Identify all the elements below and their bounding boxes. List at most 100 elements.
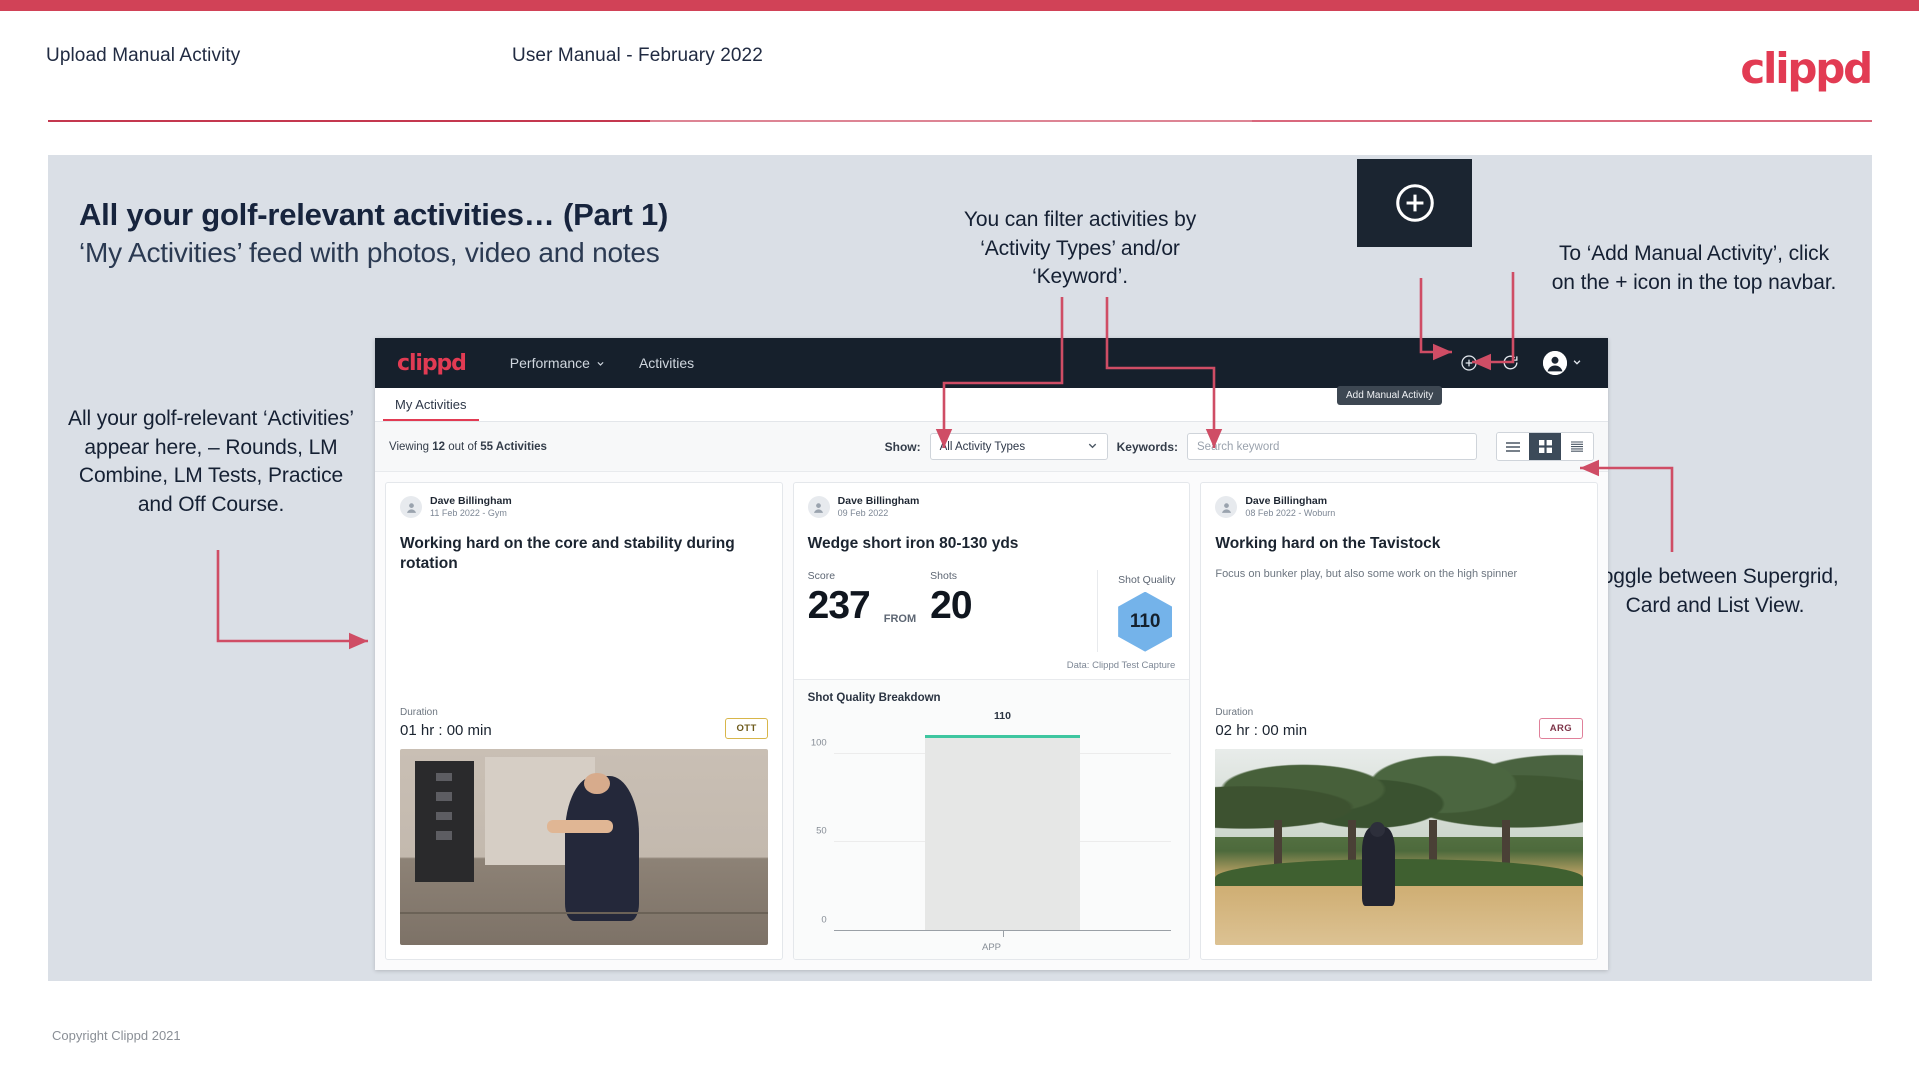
page-subtitle: ‘My Activities’ feed with photos, video …: [79, 237, 660, 268]
callout-filter-activities: You can filter activities by ‘Activity T…: [963, 208, 1197, 289]
card-duration: Duration 01 hr : 00 min: [400, 707, 492, 739]
shots-value: 20: [930, 583, 972, 627]
card-author-block: Dave Billingham 11 Feb 2022 - Gym: [430, 495, 512, 520]
header-divider: [48, 120, 1872, 122]
gym-video-thumbnail[interactable]: [400, 749, 768, 945]
chart-title: Shot Quality Breakdown: [807, 691, 941, 704]
card-view-icon[interactable]: [1561, 433, 1593, 460]
avatar: [400, 496, 422, 519]
duration-label: Duration: [400, 707, 438, 718]
duration-value: 02 hr : 00 min: [1215, 722, 1308, 739]
x-tick-mark: [1002, 931, 1004, 937]
chevron-down-icon: [1087, 440, 1098, 454]
bar-app: [924, 734, 1081, 930]
activity-card[interactable]: Dave Billingham 09 Feb 2022 Wedge short …: [792, 482, 1191, 960]
header-left-title: Upload Manual Activity: [46, 45, 241, 66]
card-author: Dave Billingham: [430, 495, 512, 507]
shot-quality-chart: Shot Quality Breakdown 100 50 0 110 APP: [793, 679, 1190, 959]
bar-data-label: 110: [994, 710, 1011, 722]
supergrid-view-icon[interactable]: [1529, 433, 1561, 460]
card-header: Dave Billingham 11 Feb 2022 - Gym: [386, 483, 782, 520]
nav-item-performance[interactable]: Performance: [510, 355, 605, 371]
callout-activities-feed: All your golf-relevant ‘Activities’ appe…: [68, 407, 354, 516]
ytick-label: 0: [821, 914, 827, 926]
card-duration: Duration 02 hr : 00 min: [1215, 707, 1307, 739]
tab-my-activities[interactable]: My Activities: [383, 397, 479, 421]
card-duration-row: Duration 02 hr : 00 min ARG: [1201, 707, 1597, 749]
card-header: Dave Billingham 09 Feb 2022: [794, 483, 1190, 520]
shot-quality-stat: Shot Quality 110: [1097, 569, 1176, 652]
top-accent-bar: [0, 0, 1919, 11]
status-badge: OTT: [725, 718, 768, 739]
viewing-total: 55 Activities: [480, 440, 547, 453]
card-title: Working hard on the core and stability d…: [400, 534, 735, 572]
golfer-figure: [1362, 827, 1396, 906]
header-center-title: User Manual - February 2022: [512, 45, 763, 66]
chevron-down-icon: [1572, 354, 1582, 372]
viewing-count: 12: [432, 440, 446, 453]
clippd-logo: clippd: [1740, 44, 1873, 93]
shot-quality-label: Shot Quality: [1118, 573, 1176, 586]
viewing-prefix: Viewing: [389, 440, 433, 453]
filter-controls: Show: All Activity Types Keywords: Searc…: [885, 432, 1594, 461]
from-label: FROM: [883, 612, 917, 625]
avatar: [1215, 496, 1238, 519]
avatar: [807, 496, 830, 519]
card-title: Wedge short iron 80-130 yds: [807, 534, 1019, 552]
score-value: 237: [807, 583, 871, 627]
card-meta: 08 Feb 2022 - Woburn: [1245, 508, 1336, 519]
viewing-middle: out of: [445, 440, 481, 453]
shots-stat: Shots 20: [930, 569, 972, 627]
keywords-label: Keywords:: [1116, 439, 1178, 454]
activity-type-value: All Activity Types: [939, 440, 1026, 453]
navbar-actions: [1459, 351, 1594, 375]
x-axis-label: APP: [982, 942, 1002, 953]
card-author-block: Dave Billingham 09 Feb 2022: [838, 495, 920, 520]
list-view-icon[interactable]: [1497, 433, 1529, 460]
card-meta: 11 Feb 2022 - Gym: [430, 508, 507, 519]
app-logo[interactable]: clippd: [397, 351, 467, 376]
ytick-label: 50: [816, 825, 827, 837]
app-navbar: clippd Performance Activities: [375, 338, 1608, 388]
card-title: Working hard on the Tavistock: [1215, 534, 1441, 552]
ytick-label: 100: [810, 737, 827, 749]
filter-bar: Viewing 12 out of 55 Activities Show: Al…: [375, 422, 1608, 472]
account-avatar-icon: [1543, 351, 1567, 375]
search-input[interactable]: Search keyword: [1187, 433, 1477, 460]
search-input-placeholder: Search keyword: [1197, 440, 1280, 453]
floor-line: [400, 911, 768, 914]
golf-course-bunker-photo[interactable]: [1215, 749, 1584, 945]
activity-card[interactable]: Dave Billingham 11 Feb 2022 - Gym Workin…: [385, 482, 783, 960]
card-meta: 09 Feb 2022: [837, 508, 889, 519]
callout-add-manual-activity: To ‘Add Manual Activity’, click on the +…: [1551, 242, 1837, 294]
card-duration-row: Duration 01 hr : 00 min OTT: [386, 707, 782, 749]
activity-card[interactable]: Dave Billingham 08 Feb 2022 - Woburn Wor…: [1200, 482, 1599, 960]
app-screenshot: clippd Performance Activities Add Manual…: [375, 338, 1608, 970]
plus-circle-icon[interactable]: [1459, 353, 1479, 373]
nav-item-activities[interactable]: Activities: [639, 355, 694, 371]
callout-toggle-view: Toggle between Supergrid, Card and List …: [1591, 565, 1839, 617]
tree-line: [1215, 752, 1584, 875]
data-source-label: Data: Clippd Test Capture: [1066, 659, 1176, 671]
duration-label: Duration: [1215, 707, 1254, 718]
activity-type-select[interactable]: All Activity Types: [929, 433, 1108, 460]
shots-label: Shots: [930, 569, 957, 582]
nav-item-activities-label: Activities: [638, 355, 695, 371]
score-stat: Score 237: [807, 570, 871, 627]
person-head: [583, 772, 610, 795]
card-stats: Score 237 FROM Shots 20 Shot Quality 110: [794, 554, 1190, 660]
nav-item-performance-label: Performance: [509, 355, 590, 371]
bunker-sand: [1215, 886, 1584, 945]
page-title: All your golf-relevant activities… (Part…: [79, 197, 669, 232]
account-menu[interactable]: [1543, 351, 1582, 375]
viewing-count-text: Viewing 12 out of 55 Activities: [389, 441, 547, 453]
slide: Upload Manual Activity User Manual - Feb…: [0, 0, 1919, 1079]
card-author-block: Dave Billingham 08 Feb 2022 - Woburn: [1245, 495, 1335, 520]
gym-rack: [414, 760, 474, 883]
add-manual-activity-tooltip: Add Manual Activity: [1337, 386, 1443, 405]
add-activity-highlight-box: [1357, 159, 1472, 247]
card-header: Dave Billingham 08 Feb 2022 - Woburn: [1201, 483, 1597, 520]
view-mode-toggle: [1496, 432, 1594, 461]
footer-copyright: Copyright Clippd 2021: [52, 1028, 181, 1043]
refresh-icon[interactable]: [1501, 353, 1521, 373]
